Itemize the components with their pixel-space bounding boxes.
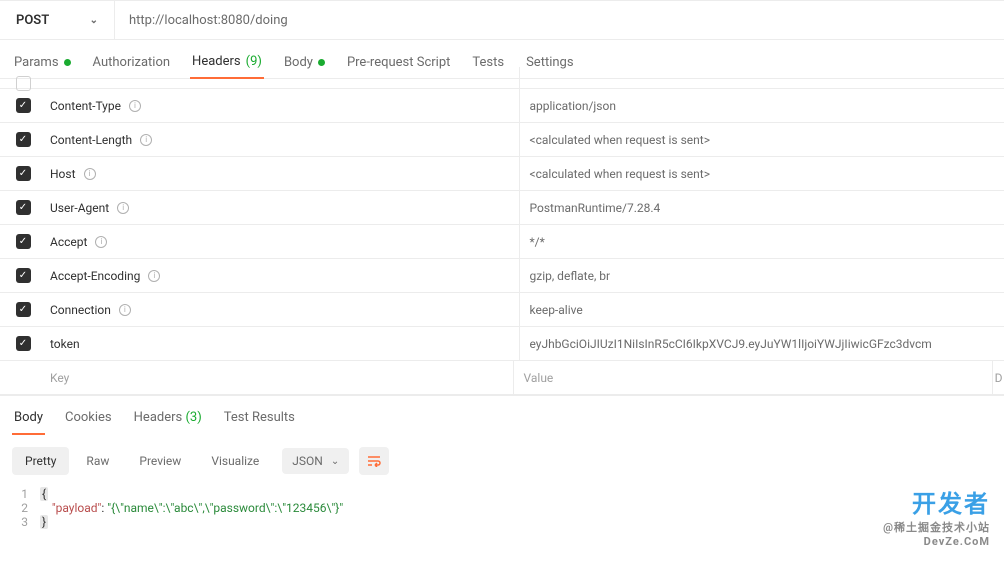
header-value[interactable]: keep-alive <box>519 293 1004 326</box>
resp-tab-headers[interactable]: Headers (3) <box>132 408 204 435</box>
table-row[interactable]: ✓ Accept i*/* <box>0 225 1004 259</box>
header-key[interactable]: Connection i <box>46 303 519 317</box>
resp-tab-body[interactable]: Body <box>12 408 45 435</box>
table-row[interactable]: ✓ User-Agent iPostmanRuntime/7.28.4 <box>0 191 1004 225</box>
view-raw-button[interactable]: Raw <box>73 447 122 475</box>
table-row[interactable]: ✓ Content-Type iapplication/json <box>0 89 1004 123</box>
checkbox-checked[interactable]: ✓ <box>16 98 31 113</box>
format-selector[interactable]: JSON⌄ <box>282 448 349 474</box>
header-value[interactable]: <calculated when request is sent> <box>519 123 1004 156</box>
method-label: POST <box>16 13 49 28</box>
chevron-down-icon: ⌄ <box>331 456 339 467</box>
status-dot-icon <box>318 59 325 66</box>
tab-authorization[interactable]: Authorization <box>91 50 173 78</box>
header-key[interactable]: Accept i <box>46 235 519 249</box>
header-value[interactable]: */* <box>519 225 1004 258</box>
info-icon: i <box>84 168 96 180</box>
watermark: 开发者 @稀土掘金技术小站DevZe.CoM <box>883 484 990 548</box>
key-input[interactable]: Key <box>46 371 513 385</box>
header-key[interactable]: token <box>46 337 519 351</box>
status-dot-icon <box>64 59 71 66</box>
tab-tests[interactable]: Tests <box>470 50 506 78</box>
line-number: 1 <box>12 487 40 501</box>
view-pretty-button[interactable]: Pretty <box>12 447 69 475</box>
tab-params[interactable]: Params <box>12 50 73 78</box>
checkbox-checked[interactable]: ✓ <box>16 132 31 147</box>
table-row[interactable]: ✓ Accept-Encoding igzip, deflate, br <box>0 259 1004 293</box>
resp-tab-cookies[interactable]: Cookies <box>63 408 114 435</box>
wrap-lines-button[interactable] <box>359 447 389 475</box>
header-value[interactable]: eyJhbGciOiJIUzI1NiIsInR5cCI6IkpXVCJ9.eyJ… <box>519 327 1004 360</box>
table-row[interactable]: ✓ Content-Length i<calculated when reques… <box>0 123 1004 157</box>
response-tabs: Body Cookies Headers (3) Test Results <box>0 395 1004 435</box>
method-selector[interactable]: POST ⌄ <box>0 1 115 39</box>
checkbox-checked[interactable]: ✓ <box>16 268 31 283</box>
checkbox-checked[interactable]: ✓ <box>16 336 31 351</box>
value-input[interactable]: Value <box>513 361 993 394</box>
table-row[interactable]: ✓ Connection ikeep-alive <box>0 293 1004 327</box>
table-row[interactable]: ✓ tokeneyJhbGciOiJIUzI1NiIsInR5cCI6IkpXVC… <box>0 327 1004 361</box>
line-number: 2 <box>12 501 40 515</box>
header-value[interactable]: <calculated when request is sent> <box>519 157 1004 190</box>
info-icon: i <box>119 304 131 316</box>
chevron-down-icon: ⌄ <box>90 15 98 26</box>
response-body[interactable]: 1{ 2 "payload": "{\"name\":\"abc\",\"pas… <box>0 487 1004 541</box>
description-input[interactable]: D <box>992 361 1004 394</box>
checkbox-checked[interactable]: ✓ <box>16 200 31 215</box>
headers-table: ✓ Content-Type iapplication/json ✓ Content-… <box>0 79 1004 395</box>
header-key[interactable]: Content-Type i <box>46 99 519 113</box>
checkbox[interactable] <box>16 76 31 91</box>
header-key[interactable]: Host i <box>46 167 519 181</box>
header-key[interactable]: Content-Length i <box>46 133 519 147</box>
wrap-icon <box>367 455 381 467</box>
view-preview-button[interactable]: Preview <box>126 447 194 475</box>
table-row-stub <box>0 79 1004 89</box>
header-key[interactable]: User-Agent i <box>46 201 519 215</box>
info-icon: i <box>95 236 107 248</box>
resp-tab-tests[interactable]: Test Results <box>222 408 297 435</box>
header-value[interactable]: application/json <box>519 89 1004 122</box>
checkbox-checked[interactable]: ✓ <box>16 302 31 317</box>
tab-headers[interactable]: Headers (9) <box>190 50 264 79</box>
table-row-new[interactable]: Key Value D <box>0 361 1004 395</box>
header-key[interactable]: Accept-Encoding i <box>46 269 519 283</box>
response-toolbar: Pretty Raw Preview Visualize JSON⌄ <box>0 435 1004 487</box>
table-row[interactable]: ✓ Host i<calculated when request is sent> <box>0 157 1004 191</box>
header-value[interactable]: gzip, deflate, br <box>519 259 1004 292</box>
view-visualize-button[interactable]: Visualize <box>198 447 272 475</box>
line-number: 3 <box>12 515 40 529</box>
info-icon: i <box>140 134 152 146</box>
url-input[interactable]: http://localhost:8080/doing <box>115 1 1004 39</box>
tab-prerequest[interactable]: Pre-request Script <box>345 50 452 78</box>
info-icon: i <box>129 100 141 112</box>
tab-body[interactable]: Body <box>282 50 327 78</box>
info-icon: i <box>148 270 160 282</box>
checkbox-checked[interactable]: ✓ <box>16 234 31 249</box>
info-icon: i <box>117 202 129 214</box>
header-value[interactable]: PostmanRuntime/7.28.4 <box>519 191 1004 224</box>
checkbox-checked[interactable]: ✓ <box>16 166 31 181</box>
